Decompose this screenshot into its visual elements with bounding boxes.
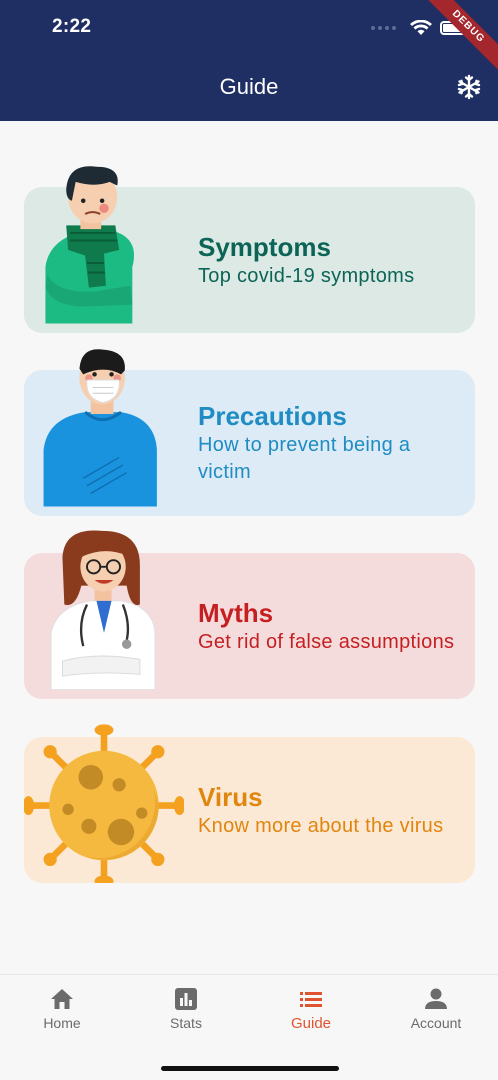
card-subtitle: Top covid-19 symptoms xyxy=(198,264,415,287)
wifi-icon xyxy=(410,20,432,35)
virus-illustration xyxy=(24,724,184,883)
stats-icon xyxy=(175,988,197,1010)
nav-label: Account xyxy=(410,1015,462,1031)
sick-person-illustration xyxy=(45,166,135,324)
card-title: Precautions xyxy=(198,401,347,431)
doctor-illustration xyxy=(50,530,156,691)
home-icon xyxy=(51,989,73,1009)
card-myths[interactable]: Myths Get rid of false assumptions xyxy=(24,530,475,699)
card-text: Myths Get rid of false assumptions xyxy=(198,553,458,699)
nav-stats[interactable]: Stats xyxy=(136,987,236,1031)
status-time: 2:22 xyxy=(52,16,92,37)
card-symptoms[interactable]: Symptoms Top covid-19 symptoms xyxy=(24,166,475,333)
page-title: Guide xyxy=(219,74,279,99)
bottom-navigation: Home Stats Guide Account xyxy=(0,974,498,1080)
home-indicator xyxy=(161,1066,339,1071)
app-header: 2:22 DEBUG Guide xyxy=(0,0,498,121)
card-text: Symptoms Top covid-19 symptoms xyxy=(198,187,458,333)
nav-label: Home xyxy=(43,1015,81,1031)
card-virus[interactable]: Virus Know more about the virus xyxy=(24,724,475,883)
nav-account[interactable]: Account xyxy=(386,987,486,1031)
card-precautions[interactable]: Precautions How to prevent being a victi… xyxy=(24,349,475,516)
nav-home[interactable]: Home xyxy=(12,987,112,1031)
card-subtitle: Know more about the virus xyxy=(198,814,444,837)
card-title: Myths xyxy=(198,597,274,628)
nav-label: Stats xyxy=(170,1015,202,1031)
card-subtitle: Get rid of false assumptions xyxy=(198,630,455,653)
nav-label: Guide xyxy=(290,1015,332,1032)
card-text: Precautions How to prevent being a victi… xyxy=(198,370,458,516)
snowflake-icon[interactable] xyxy=(456,74,482,100)
card-text: Virus Know more about the virus xyxy=(198,737,458,883)
masked-person-illustration xyxy=(43,349,157,507)
nav-guide[interactable]: Guide xyxy=(261,987,361,1032)
person-icon xyxy=(425,988,447,1009)
card-subtitle: How to prevent being a victim xyxy=(198,434,411,483)
card-title: Virus xyxy=(198,781,263,812)
card-title: Symptoms xyxy=(198,231,331,262)
signal-icon xyxy=(371,26,396,30)
list-icon xyxy=(300,992,322,1007)
